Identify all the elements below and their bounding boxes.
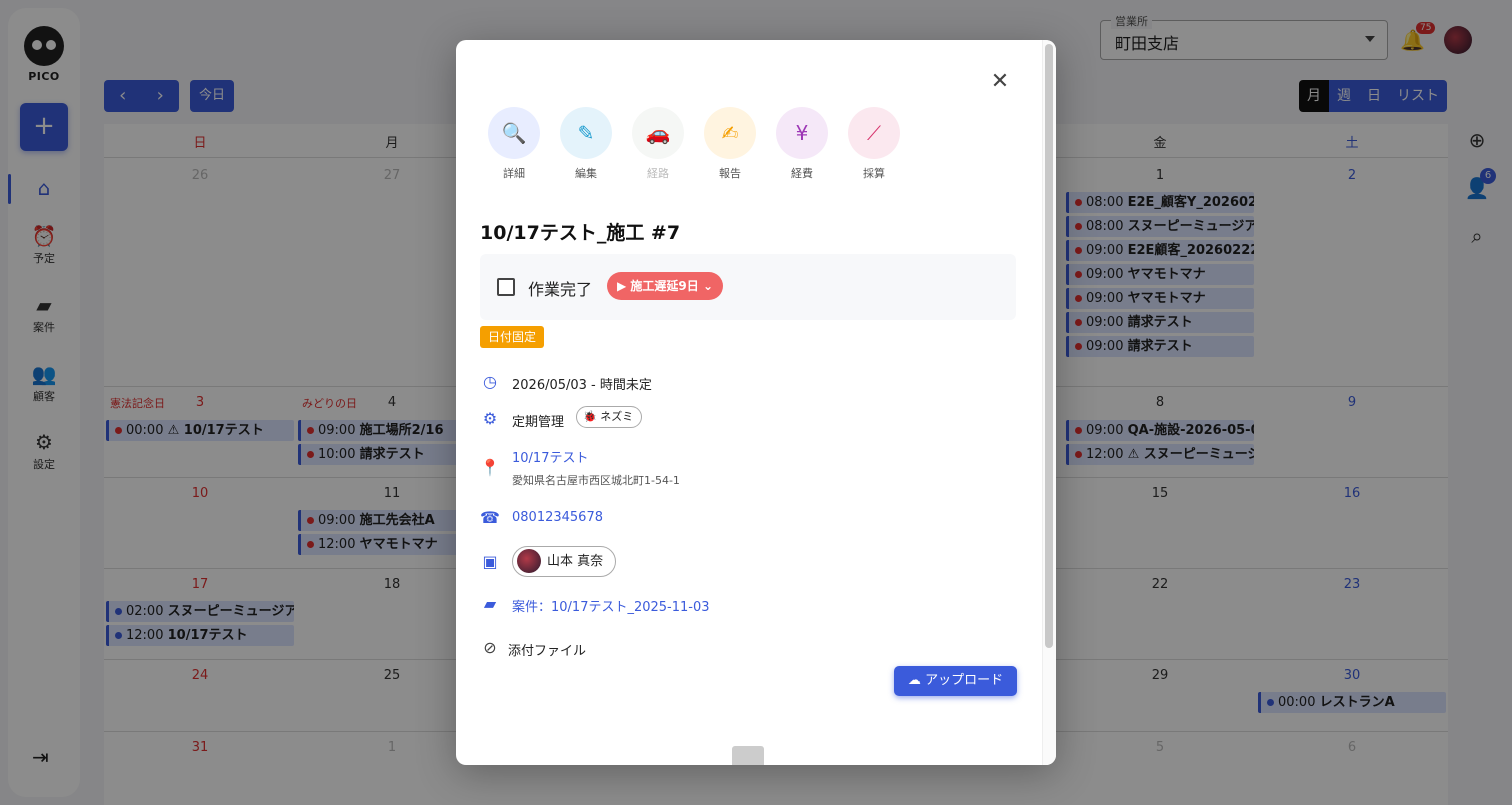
project-link[interactable]: 案件：10/17テスト_2025-11-03 <box>512 596 710 615</box>
cloud-upload-icon: ☁ <box>907 673 926 688</box>
date-fixed-tag: 日付固定 <box>480 326 545 348</box>
car-icon: 🚗 <box>632 107 684 159</box>
trend-chart-icon: ⟋ <box>848 107 900 159</box>
chevron-down-icon: ⌄ <box>698 279 713 293</box>
action-label: 経路 <box>647 167 669 180</box>
action-route-button[interactable]: 🚗 経路 <box>630 107 686 181</box>
search-icon: 🔍 <box>488 107 540 159</box>
action-detail-button[interactable]: 🔍 詳細 <box>486 107 542 181</box>
clock-icon: ◷ <box>483 372 497 391</box>
play-icon: ▶ <box>617 279 631 293</box>
yen-icon: ¥ <box>776 107 828 159</box>
delay-label: 施工遅延9日 <box>630 279 699 293</box>
scrollbar-thumb[interactable] <box>1045 44 1053 648</box>
phone-icon: ☎ <box>480 508 500 527</box>
action-profit-button[interactable]: ⟋ 採算 <box>846 107 902 181</box>
location-pin-icon: 📍 <box>480 458 500 477</box>
action-label: 詳細 <box>503 167 525 180</box>
close-icon[interactable]: ✕ <box>988 68 1012 96</box>
job-detail-modal: ✕ 🔍 詳細 ✎ 編集 🚗 経路 ✍ 報告 ¥ 経費 ⟋ 採算 10/17テスト… <box>456 40 1056 765</box>
work-complete-label: 作業完了 <box>528 280 593 299</box>
action-label: 採算 <box>863 167 885 180</box>
upload-button[interactable]: ☁ アップロード <box>894 666 1017 696</box>
action-label: 報告 <box>719 167 741 180</box>
delay-status-chip[interactable]: ▶ 施工遅延9日 ⌄ <box>607 272 723 300</box>
pest-tag: 🐞 ネズミ <box>576 406 643 428</box>
contact-card-icon: ▣ <box>482 552 498 571</box>
phone-link[interactable]: 08012345678 <box>512 510 603 525</box>
job-title: 10/17テスト_施工 #7 <box>480 222 681 244</box>
bug-icon: 🐞 <box>583 410 601 423</box>
report-edit-icon: ✍ <box>704 107 756 159</box>
customer-address: 愛知県名古屋市西区城北町1-54-1 <box>512 474 680 487</box>
attachments-label: 添付ファイル <box>508 644 587 659</box>
gears-icon: ⚙ <box>482 409 498 428</box>
action-edit-button[interactable]: ✎ 編集 <box>558 107 614 181</box>
action-expense-button[interactable]: ¥ 経費 <box>774 107 830 181</box>
periodic-label: 定期管理 <box>512 415 565 430</box>
action-label: 編集 <box>575 167 597 180</box>
modal-scrollbar[interactable] <box>1042 40 1056 765</box>
file-placeholder-icon <box>732 746 764 765</box>
schedule-datetime: 2026/05/03 - 時間未定 <box>512 378 652 393</box>
work-complete-checkbox[interactable] <box>497 278 515 296</box>
paperclip-icon: ⊘ <box>483 638 497 657</box>
action-report-button[interactable]: ✍ 報告 <box>702 107 758 181</box>
avatar <box>517 548 541 573</box>
assignee-chip[interactable]: 山本 真奈 <box>512 546 617 577</box>
status-panel: 作業完了 ▶ 施工遅延9日 ⌄ <box>480 254 1016 320</box>
pencil-icon: ✎ <box>560 107 612 159</box>
folder-star-icon: ▰ <box>483 594 497 613</box>
action-label: 経費 <box>791 167 813 180</box>
customer-link[interactable]: 10/17テスト <box>512 447 588 466</box>
